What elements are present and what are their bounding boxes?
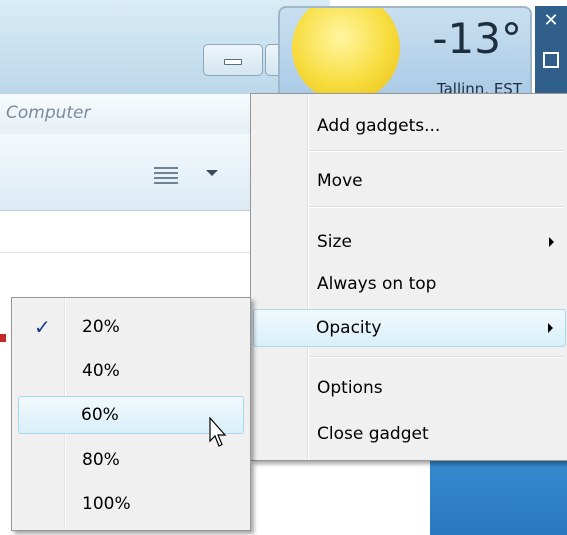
mouse-cursor-icon bbox=[209, 417, 227, 447]
gadget-context-menu: Add gadgets... Move Size Always on top O… bbox=[250, 93, 567, 461]
opacity-option-20[interactable]: ✓ 20% bbox=[14, 309, 248, 345]
sun-icon bbox=[292, 8, 400, 100]
temperature: -13° bbox=[432, 14, 522, 63]
opacity-option-label: 80% bbox=[82, 450, 120, 470]
weather-gadget[interactable]: -13° Tallinn, EST bbox=[278, 6, 532, 102]
menu-item-label: Options bbox=[317, 378, 383, 398]
submenu-arrow-icon bbox=[549, 237, 554, 247]
menu-item-label: Opacity bbox=[316, 318, 382, 338]
opacity-option-label: 40% bbox=[82, 361, 120, 381]
expand-icon[interactable] bbox=[540, 52, 562, 74]
menu-separator bbox=[309, 150, 564, 152]
minimize-icon bbox=[224, 59, 242, 65]
checkmark-icon: ✓ bbox=[34, 315, 51, 339]
menu-item-add-gadgets[interactable]: Add gadgets... bbox=[253, 108, 566, 144]
opacity-submenu: ✓ 20% 40% 60% 80% 100% bbox=[11, 297, 251, 531]
menu-item-label: Move bbox=[317, 171, 363, 191]
chevron-down-icon[interactable] bbox=[206, 170, 218, 176]
opacity-option-label: 100% bbox=[82, 494, 131, 514]
menu-item-close-gadget[interactable]: Close gadget bbox=[253, 416, 566, 452]
view-options-icon[interactable] bbox=[154, 164, 178, 186]
minimize-button[interactable] bbox=[203, 44, 263, 76]
menu-item-label: Size bbox=[317, 232, 352, 252]
menu-item-size[interactable]: Size bbox=[253, 224, 566, 260]
menu-separator bbox=[309, 206, 564, 208]
menu-item-move[interactable]: Move bbox=[253, 163, 566, 199]
menu-item-label: Close gadget bbox=[317, 424, 429, 444]
opacity-option-label: 60% bbox=[81, 405, 119, 425]
menu-item-always-on-top[interactable]: Always on top bbox=[253, 266, 566, 302]
submenu-arrow-icon bbox=[548, 323, 553, 333]
opacity-option-100[interactable]: 100% bbox=[14, 486, 248, 522]
breadcrumb[interactable]: Computer bbox=[6, 103, 91, 123]
row-divider bbox=[0, 252, 250, 253]
menu-item-options[interactable]: Options bbox=[253, 370, 566, 406]
menu-item-label: Always on top bbox=[317, 274, 437, 294]
close-icon[interactable]: ✕ bbox=[540, 10, 562, 32]
opacity-option-40[interactable]: 40% bbox=[14, 353, 248, 389]
menu-item-label: Add gadgets... bbox=[317, 116, 441, 136]
menu-separator bbox=[309, 356, 564, 358]
menu-item-opacity[interactable]: Opacity bbox=[253, 309, 566, 347]
list-item-marker bbox=[0, 334, 6, 342]
opacity-option-label: 20% bbox=[82, 317, 120, 337]
